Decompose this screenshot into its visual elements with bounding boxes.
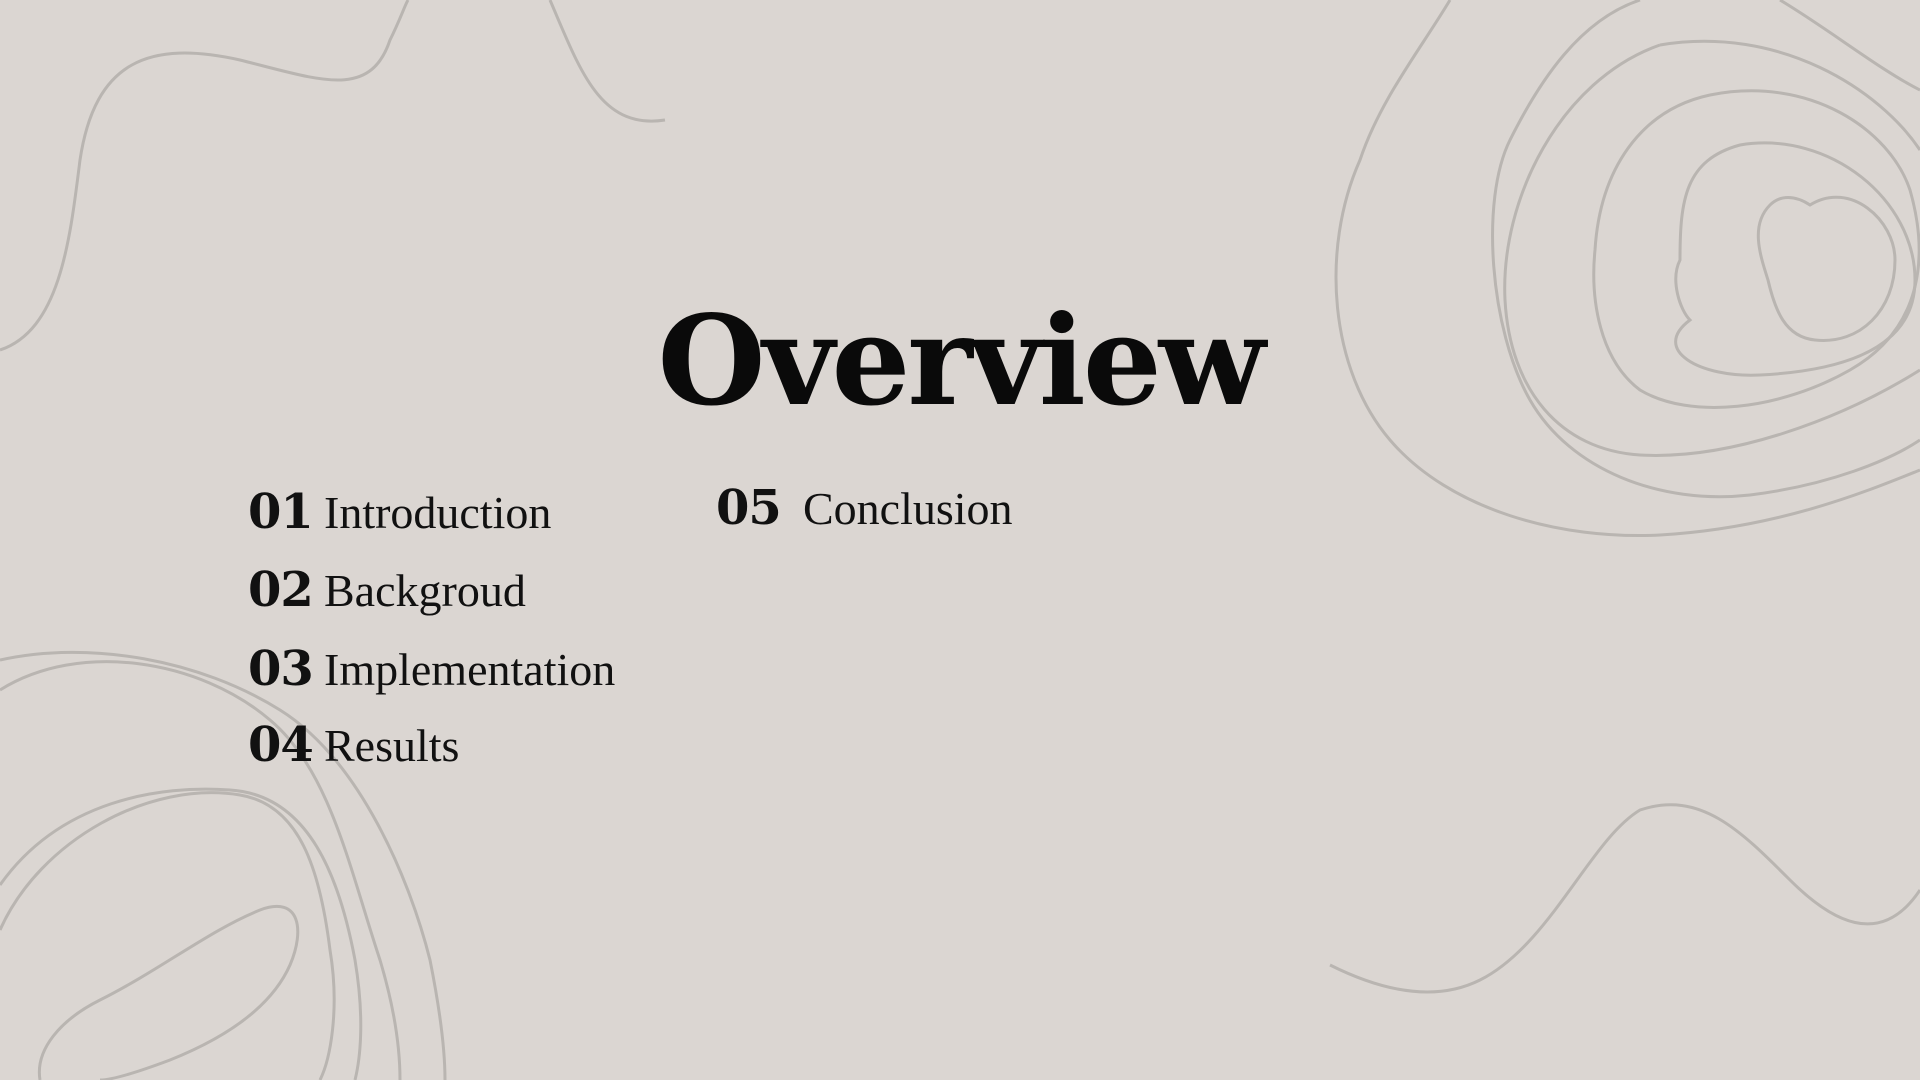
item-number: 01: [248, 484, 314, 540]
overview-item-implementation: 03 Implementation: [248, 641, 615, 697]
topo-line: [1779, 0, 1920, 92]
item-label: Conclusion: [803, 483, 1013, 534]
overview-item-introduction: 01 Introduction: [248, 484, 551, 540]
topographic-lines-decoration: [0, 0, 1920, 1080]
slide-title: Overview: [657, 289, 1265, 434]
item-number: 04: [248, 717, 314, 773]
item-label: Introduction: [324, 487, 552, 538]
item-label: Implementation: [324, 644, 616, 695]
item-number: 03: [248, 641, 314, 697]
topo-line: [548, 0, 666, 123]
item-number: 02: [248, 562, 314, 618]
topo-line: [0, 0, 410, 352]
overview-item-background: 02 Backgroud: [248, 562, 526, 618]
item-number: 05: [716, 480, 782, 536]
item-label: Results: [324, 720, 460, 771]
topo-line: [1329, 803, 1920, 994]
overview-item-conclusion: 05 Conclusion: [716, 480, 1013, 536]
overview-item-results: 04 Results: [248, 717, 459, 773]
topo-line: [37, 904, 300, 1080]
item-label: Backgroud: [324, 565, 526, 616]
